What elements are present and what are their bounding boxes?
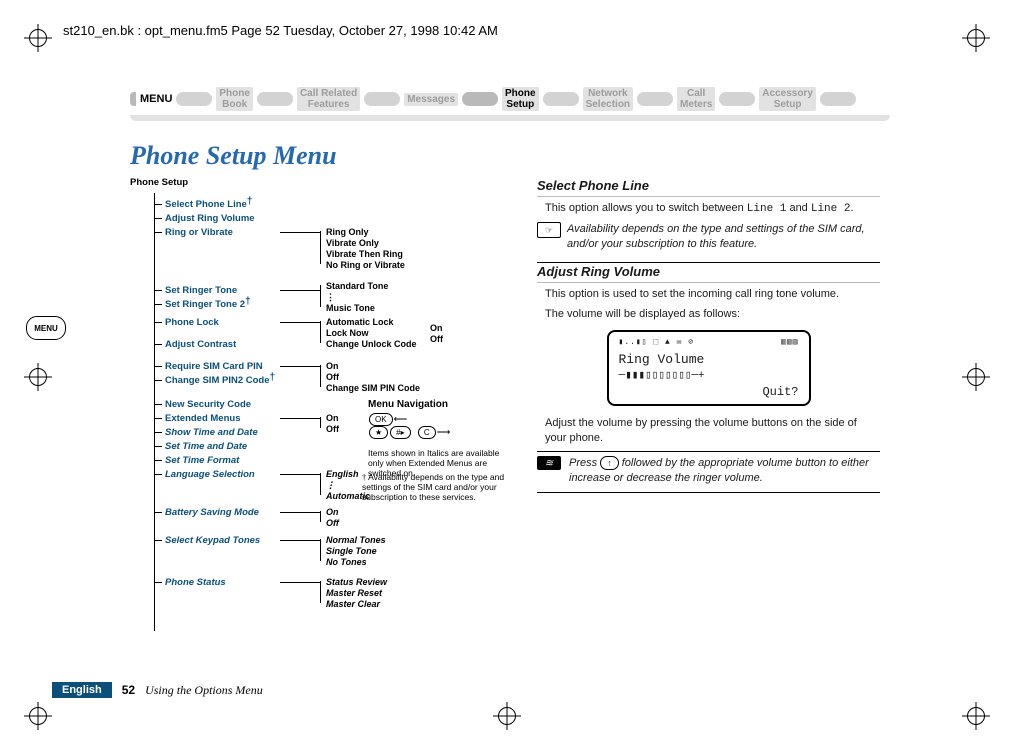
menu-item: Require SIM Card PIN bbox=[154, 361, 263, 372]
submenu-item: Music Tone bbox=[326, 303, 375, 313]
page-footer: English 52 Using the Options Menu bbox=[52, 682, 263, 698]
submenu-item: Change SIM PIN Code bbox=[326, 383, 420, 393]
submenu-item: On bbox=[326, 361, 339, 371]
tip-icon: ≋ bbox=[537, 456, 561, 470]
submenu-item: Vibrate Only bbox=[326, 238, 379, 248]
submenu-item: Automatic Lock bbox=[326, 317, 394, 327]
availability-note: ☞ Availability depends on the type and s… bbox=[537, 222, 880, 252]
submenu-item: Status Review bbox=[326, 577, 387, 587]
menu-phone-setup: Phone Setup bbox=[502, 87, 539, 111]
submenu-item: ⋮ bbox=[326, 292, 335, 303]
h-select-phone-line: Select Phone Line bbox=[537, 177, 880, 197]
nav-keys: OK⟵ ★#▸ C⟶ bbox=[368, 413, 450, 439]
submenu-item: Single Tone bbox=[326, 546, 377, 556]
c-key: C bbox=[418, 426, 436, 439]
submenu-item: English bbox=[326, 469, 359, 479]
submenu-item: Change Unlock Code bbox=[326, 339, 417, 349]
menu-item: Set Time Format bbox=[154, 455, 239, 466]
menu-item: Adjust Contrast bbox=[154, 339, 236, 350]
menu-item: Show Time and Date bbox=[154, 427, 258, 438]
submenu-item: Off bbox=[430, 334, 443, 344]
submenu-item: Vibrate Then Ring bbox=[326, 249, 403, 259]
language-badge: English bbox=[52, 682, 112, 698]
submenu-item: Lock Now bbox=[326, 328, 369, 338]
menu-item: Select Keypad Tones bbox=[154, 535, 260, 546]
lcd-illustration: ▮..▮▯ ⬚ ▲ ✉ ⊘▥▥▥ Ring Volume ─▮▮▮▯▯▯▯▯▯▯… bbox=[607, 330, 811, 405]
menu-network-selection: Network Selection bbox=[583, 87, 633, 111]
section-title: Using the Options Menu bbox=[145, 683, 263, 698]
h-adjust-ring-volume: Adjust Ring Volume bbox=[537, 262, 880, 283]
star-key: ★ bbox=[369, 426, 388, 439]
menu-item: New Security Code bbox=[154, 399, 251, 410]
menu-item: Phone Status bbox=[154, 577, 226, 588]
submenu-item: Standard Tone bbox=[326, 281, 388, 291]
body-text: Select Phone Line This option allows you… bbox=[537, 177, 880, 647]
submenu-item: On bbox=[326, 507, 339, 517]
menu-item: Adjust Ring Volume bbox=[154, 213, 255, 224]
submenu-item: Off bbox=[326, 424, 339, 434]
menu-item: Language Selection bbox=[154, 469, 255, 480]
submenu-item: ⋮ bbox=[326, 480, 335, 491]
nav-title: Menu Navigation bbox=[368, 399, 448, 410]
breadcrumb-menubar: MENU Phone Book Call Related Features Me… bbox=[130, 82, 890, 116]
note-icon: ☞ bbox=[537, 222, 561, 238]
hash-key: #▸ bbox=[390, 426, 410, 439]
menu-item: Set Ringer Tone bbox=[154, 285, 237, 296]
menu-item: Ring or Vibrate bbox=[154, 227, 233, 238]
menu-phone-book: Phone Book bbox=[216, 87, 253, 111]
menu-item: Battery Saving Mode bbox=[154, 507, 259, 518]
menu-call-related: Call Related Features bbox=[297, 87, 360, 111]
page-title: Phone Setup Menu bbox=[130, 141, 890, 171]
submenu-item: Automatic bbox=[326, 491, 370, 501]
submenu-item: On bbox=[430, 323, 443, 333]
nav-footnote-2: † Availability depends on the type and s… bbox=[362, 473, 517, 502]
menu-tree-diagram: Phone Setup Menu Navigation OK⟵ ★#▸ C⟶ I… bbox=[130, 177, 515, 647]
ok-key: OK bbox=[369, 413, 393, 426]
submenu-item: Normal Tones bbox=[326, 535, 386, 545]
menu-item: Set Time and Date bbox=[154, 441, 247, 452]
submenu-item: Ring Only bbox=[326, 227, 369, 237]
menu-call-meters: Call Meters bbox=[677, 87, 715, 111]
submenu-item: Off bbox=[326, 372, 339, 382]
menu-item: Set Ringer Tone 2† bbox=[154, 299, 251, 310]
menu-label: MENU bbox=[140, 93, 172, 105]
submenu-item: No Tones bbox=[326, 557, 367, 567]
menu-item: Select Phone Line† bbox=[154, 199, 252, 210]
submenu-item: On bbox=[326, 413, 339, 423]
submenu-item: Master Reset bbox=[326, 588, 382, 598]
submenu-item: Master Clear bbox=[326, 599, 380, 609]
submenu-item: No Ring or Vibrate bbox=[326, 260, 405, 270]
menu-item: Change SIM PIN2 Code† bbox=[154, 375, 275, 386]
up-key: ↑ bbox=[600, 456, 619, 470]
tip-note: ≋ Press ↑ followed by the appropriate vo… bbox=[537, 456, 880, 486]
diagram-heading: Phone Setup bbox=[130, 177, 188, 188]
menu-item: Extended Menus bbox=[154, 413, 241, 424]
menu-badge: MENU bbox=[26, 316, 66, 340]
menu-accessory-setup: Accessory Setup bbox=[759, 87, 816, 111]
menu-item: Phone Lock bbox=[154, 317, 219, 328]
page-number: 52 bbox=[112, 683, 145, 697]
submenu-item: Off bbox=[326, 518, 339, 528]
menu-messages: Messages bbox=[404, 93, 458, 106]
